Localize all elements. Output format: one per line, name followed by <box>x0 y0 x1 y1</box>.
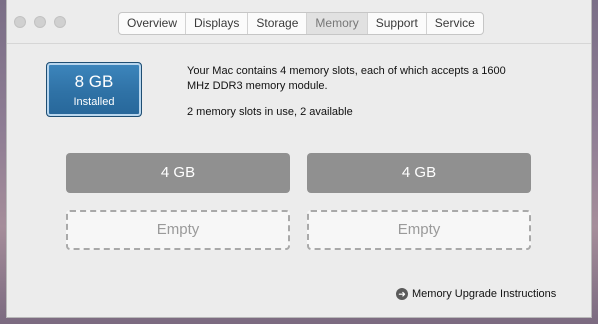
close-window-button[interactable] <box>14 16 26 28</box>
memory-slots-info: Your Mac contains 4 memory slots, each o… <box>187 65 506 92</box>
tab-storage[interactable]: Storage <box>248 13 308 34</box>
memory-status: Installed <box>73 96 115 108</box>
memory-total-size: 8 GB <box>74 72 114 91</box>
memory-slot-2: 4 GB <box>307 153 531 193</box>
memory-slot-1: 4 GB <box>66 153 290 193</box>
tab-support[interactable]: Support <box>368 13 427 34</box>
tab-memory[interactable]: Memory <box>307 13 368 34</box>
memory-slots-usage: 2 memory slots in use, 2 available <box>187 106 353 118</box>
tab-overview[interactable]: Overview <box>119 13 187 34</box>
about-this-mac-window: Overview Displays Storage Memory Support… <box>6 0 592 318</box>
memory-upgrade-instructions-link[interactable]: ➜ Memory Upgrade Instructions <box>396 288 556 300</box>
minimize-window-button[interactable] <box>34 16 46 28</box>
tab-service[interactable]: Service <box>427 13 483 34</box>
memory-slot-3: Empty <box>66 210 290 250</box>
zoom-window-button[interactable] <box>54 16 66 28</box>
tab-bar: Overview Displays Storage Memory Support… <box>118 12 484 35</box>
memory-description: Your Mac contains 4 memory slots, each o… <box>187 64 517 120</box>
title-bar: Overview Displays Storage Memory Support… <box>7 0 591 44</box>
memory-chip-icon: 8 GB Installed <box>46 62 142 117</box>
memory-upgrade-instructions-label: Memory Upgrade Instructions <box>412 288 557 300</box>
memory-slot-4: Empty <box>307 210 531 250</box>
arrow-circle-icon: ➜ <box>396 288 408 300</box>
tab-displays[interactable]: Displays <box>186 13 249 34</box>
